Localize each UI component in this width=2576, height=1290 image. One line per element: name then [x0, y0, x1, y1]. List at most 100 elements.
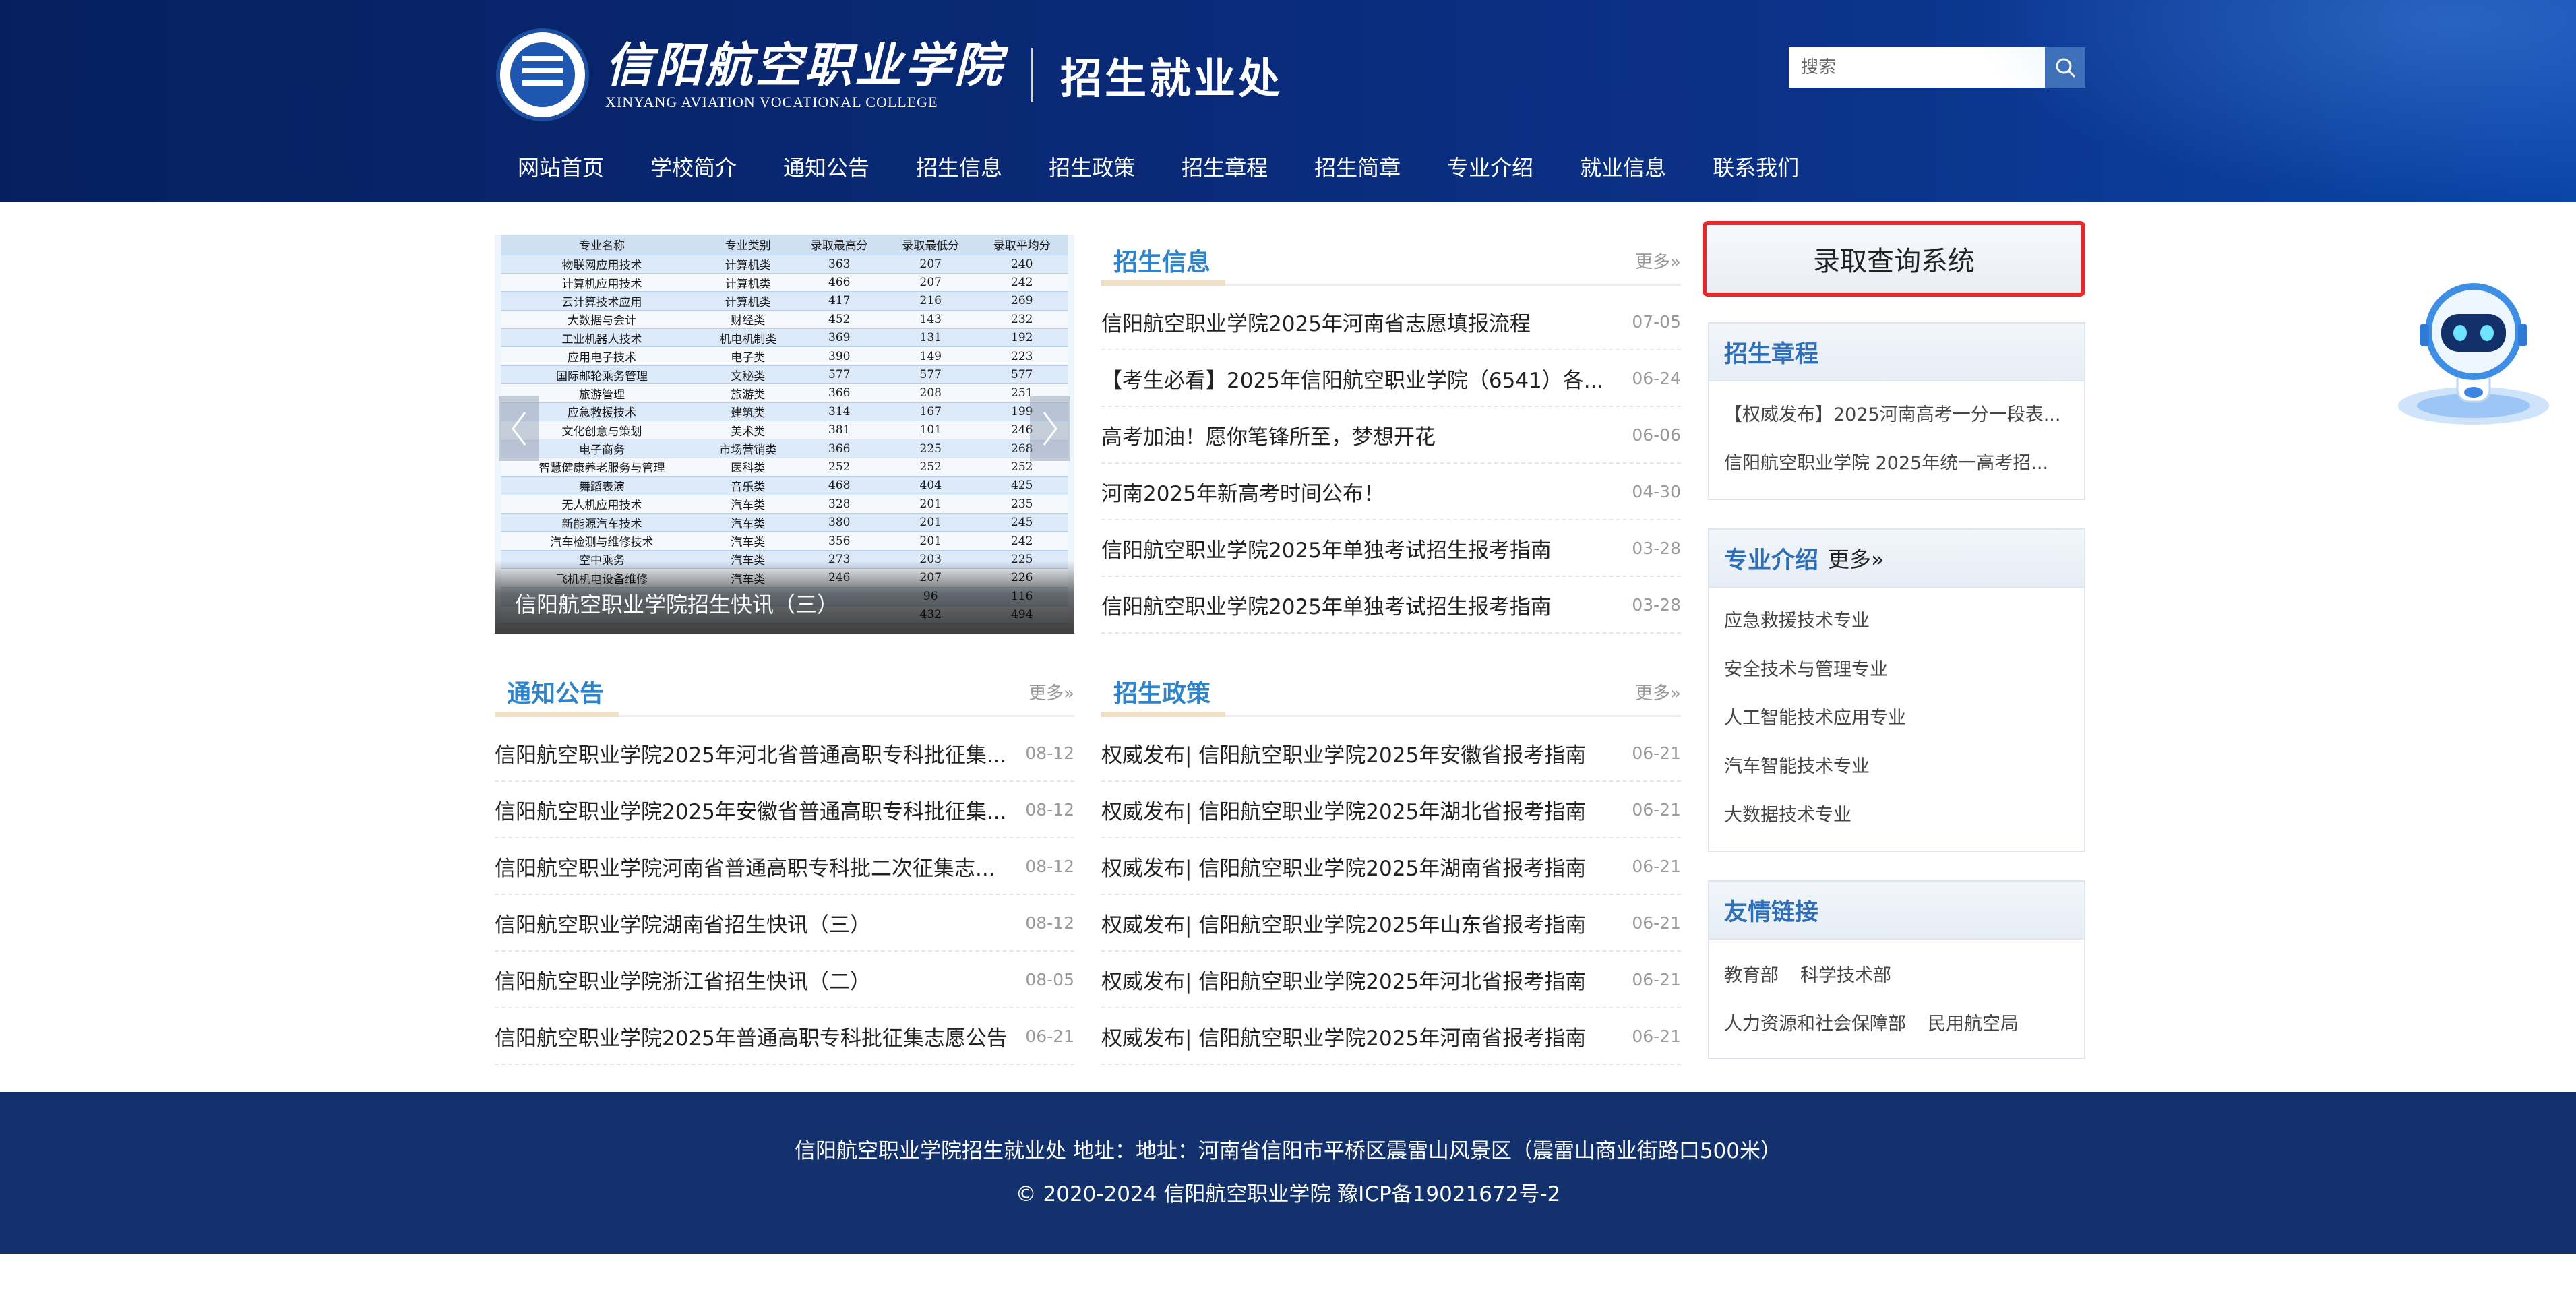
friend-link[interactable]: 教育部: [1724, 952, 1779, 1000]
news-item-title[interactable]: 信阳航空职业学院2025年单独考试招生报考指南: [1101, 590, 1552, 620]
majors-more-link[interactable]: 更多»: [1828, 543, 1884, 574]
friend-link[interactable]: 民用航空局: [1928, 1000, 2019, 1049]
major-item[interactable]: 人工智能技术应用专业: [1724, 694, 2069, 743]
chat-robot-button[interactable]: [2393, 274, 2554, 429]
news-item[interactable]: 信阳航空职业学院湖南省招生快讯（三） 08-12: [495, 895, 1074, 952]
news-item-title[interactable]: 信阳航空职业学院湖南省招生快讯（三）: [495, 908, 871, 938]
slider-caption[interactable]: 信阳航空职业学院招生快讯（三）: [515, 588, 838, 619]
search-input[interactable]: [1789, 47, 2045, 88]
news-item-title[interactable]: 信阳航空职业学院2025年单独考试招生报考指南: [1101, 533, 1552, 563]
news-item-title[interactable]: 信阳航空职业学院2025年安徽省普通高职专科批征集...: [495, 795, 1006, 825]
news-item[interactable]: 权威发布| 信阳航空职业学院2025年湖北省报考指南 06-21: [1101, 782, 1681, 838]
news-item[interactable]: 信阳航空职业学院2025年安徽省普通高职专科批征集... 08-12: [495, 782, 1074, 838]
score-table-cell: 201: [885, 495, 977, 514]
news-item[interactable]: 信阳航空职业学院2025年河北省普通高职专科批征集... 08-12: [495, 725, 1074, 782]
friend-link[interactable]: 人力资源和社会保障部: [1724, 1000, 1906, 1049]
news-item[interactable]: 权威发布| 信阳航空职业学院2025年山东省报考指南 06-21: [1101, 895, 1681, 952]
news-item-date: 08-12: [1025, 799, 1074, 820]
main-nav: 网站首页 学校简介 通知公告 招生信息 招生政策 招生章程 招生简章 专业介绍 …: [496, 144, 1845, 191]
policies-list: 权威发布| 信阳航空职业学院2025年安徽省报考指南 06-21 权威发布| 信阳航…: [1101, 725, 1681, 1065]
score-table-row: 工业机器人技术 机电机制类 369 131 192: [501, 328, 1068, 348]
news-item[interactable]: 权威发布| 信阳航空职业学院2025年安徽省报考指南 06-21: [1101, 725, 1681, 782]
charter-list: 【权威发布】2025河南高考一分一段表... 信阳航空职业学院 2025年统一高考…: [1709, 381, 2084, 495]
score-table-row: 应用电子技术 电子类 390 149 223: [501, 346, 1068, 366]
site-logo[interactable]: 信阳航空职业学院 XINYANG AVIATION VOCATIONAL COL…: [496, 24, 1283, 125]
news-item[interactable]: 信阳航空职业学院河南省普通高职专科批二次征集志... 08-12: [495, 838, 1074, 895]
major-item[interactable]: 大数据技术专业: [1724, 791, 2069, 840]
major-item[interactable]: 汽车智能技术专业: [1724, 743, 2069, 791]
news-item-title[interactable]: 信阳航空职业学院2025年河南省志愿填报流程: [1101, 307, 1531, 337]
score-table-row: 物联网应用技术 计算机类 363 207 240: [501, 255, 1068, 274]
nav-item-admissions-policy[interactable]: 招生政策: [1049, 144, 1135, 191]
nav-item-majors[interactable]: 专业介绍: [1447, 144, 1533, 191]
admissions-info-more-link[interactable]: 更多»: [1635, 248, 1681, 273]
policies-more-link[interactable]: 更多»: [1635, 679, 1681, 704]
news-item-title[interactable]: 权威发布| 信阳航空职业学院2025年湖南省报考指南: [1101, 851, 1586, 882]
news-item[interactable]: 信阳航空职业学院2025年普通高职专科批征集志愿公告 06-21: [495, 1008, 1074, 1065]
news-item[interactable]: 权威发布| 信阳航空职业学院2025年河北省报考指南 06-21: [1101, 952, 1681, 1008]
score-table-header: 录取最高分: [793, 235, 885, 255]
news-item[interactable]: 信阳航空职业学院2025年单独考试招生报考指南 03-28: [1101, 577, 1681, 634]
score-table-cell: 149: [885, 346, 977, 366]
friend-link[interactable]: 科学技术部: [1800, 952, 1891, 1000]
news-item-title[interactable]: 信阳航空职业学院2025年河北省普通高职专科批征集...: [495, 738, 1006, 768]
news-item-title[interactable]: 权威发布| 信阳航空职业学院2025年河南省报考指南: [1101, 1021, 1586, 1051]
score-table-cell: 369: [793, 328, 885, 348]
image-slider[interactable]: 专业名称 专业类别 录取最高分 录取最低分 录取平均分 物联网应用技术 计算机类 363 20…: [495, 235, 1074, 634]
nav-item-notices[interactable]: 通知公告: [783, 144, 869, 191]
nav-item-contact[interactable]: 联系我们: [1713, 144, 1799, 191]
charter-item[interactable]: 信阳航空职业学院 2025年统一高考招...: [1724, 439, 2069, 488]
slider-prev-button[interactable]: [499, 396, 539, 461]
news-item-title[interactable]: 信阳航空职业学院2025年普通高职专科批征集志愿公告: [495, 1021, 1008, 1051]
news-item-title[interactable]: 高考加油！愿你笔锋所至，梦想开花: [1101, 420, 1436, 450]
nav-item-admissions-charter[interactable]: 招生章程: [1182, 144, 1268, 191]
nav-item-about[interactable]: 学校简介: [650, 144, 737, 191]
charter-item[interactable]: 【权威发布】2025河南高考一分一段表...: [1724, 391, 2069, 439]
nav-item-home[interactable]: 网站首页: [518, 144, 604, 191]
score-table-cell: 466: [793, 273, 885, 293]
score-table-cell: 美术类: [702, 421, 794, 440]
news-item[interactable]: 信阳航空职业学院2025年河南省志愿填报流程 07-05: [1101, 294, 1681, 350]
admission-query-button[interactable]: 录取查询系统: [1703, 221, 2085, 297]
score-table-cell: 363: [793, 255, 885, 274]
news-item-title[interactable]: 信阳航空职业学院河南省普通高职专科批二次征集志...: [495, 851, 995, 882]
news-item[interactable]: 信阳航空职业学院浙江省招生快讯（二） 08-05: [495, 952, 1074, 1008]
score-table-cell: 225: [885, 439, 977, 458]
news-item-date: 06-21: [1632, 743, 1681, 763]
news-item[interactable]: 权威发布| 信阳航空职业学院2025年湖南省报考指南 06-21: [1101, 838, 1681, 895]
nav-item-admissions-brochure[interactable]: 招生简章: [1314, 144, 1401, 191]
friend-links-title: 友情链接: [1724, 898, 1819, 926]
slider-next-button[interactable]: [1030, 396, 1070, 461]
news-item-title[interactable]: 权威发布| 信阳航空职业学院2025年湖北省报考指南: [1101, 795, 1586, 825]
news-item-title[interactable]: 河南2025年新高考时间公布！: [1101, 477, 1384, 507]
news-item-title[interactable]: 权威发布| 信阳航空职业学院2025年河北省报考指南: [1101, 964, 1586, 995]
score-table-cell: 旅游类: [702, 383, 794, 403]
score-table-cell: 207: [885, 255, 977, 274]
news-item[interactable]: 河南2025年新高考时间公布！ 04-30: [1101, 464, 1681, 520]
news-item[interactable]: 高考加油！愿你笔锋所至，梦想开花 06-06: [1101, 407, 1681, 464]
department-title: 招生就业处: [1060, 54, 1283, 103]
notices-more-link[interactable]: 更多»: [1029, 679, 1074, 704]
news-item-date: 03-28: [1632, 538, 1681, 558]
college-seal-icon: [496, 28, 589, 121]
news-item-title[interactable]: 信阳航空职业学院浙江省招生快讯（二）: [495, 964, 871, 995]
nav-item-admissions-info[interactable]: 招生信息: [916, 144, 1002, 191]
major-item[interactable]: 应急救援技术专业: [1724, 597, 2069, 646]
footer-copyright[interactable]: © 2020-2024 信阳航空职业学院 豫ICP备19021672号-2: [0, 1177, 2576, 1207]
news-item-title[interactable]: 【考生必看】2025年信阳航空职业学院（6541）各...: [1101, 363, 1603, 394]
news-item-title[interactable]: 权威发布| 信阳航空职业学院2025年山东省报考指南: [1101, 908, 1586, 938]
logo-chinese-name: 信阳航空职业学院: [605, 37, 1004, 93]
news-item-date: 08-05: [1025, 969, 1074, 989]
news-item[interactable]: 信阳航空职业学院2025年单独考试招生报考指南 03-28: [1101, 520, 1681, 577]
news-item[interactable]: 权威发布| 信阳航空职业学院2025年河南省报考指南 06-21: [1101, 1008, 1681, 1065]
nav-item-employment[interactable]: 就业信息: [1580, 144, 1666, 191]
score-table-cell: 381: [793, 421, 885, 440]
news-item-title[interactable]: 权威发布| 信阳航空职业学院2025年安徽省报考指南: [1101, 738, 1586, 768]
major-item[interactable]: 安全技术与管理专业: [1724, 646, 2069, 694]
score-table-cell: 223: [976, 346, 1068, 366]
news-item-date: 06-21: [1632, 969, 1681, 989]
news-item-date: 08-12: [1025, 913, 1074, 933]
news-item[interactable]: 【考生必看】2025年信阳航空职业学院（6541）各... 06-24: [1101, 350, 1681, 407]
score-table-cell: 汽车检测与维修技术: [501, 531, 703, 551]
search-button[interactable]: [2045, 47, 2085, 88]
